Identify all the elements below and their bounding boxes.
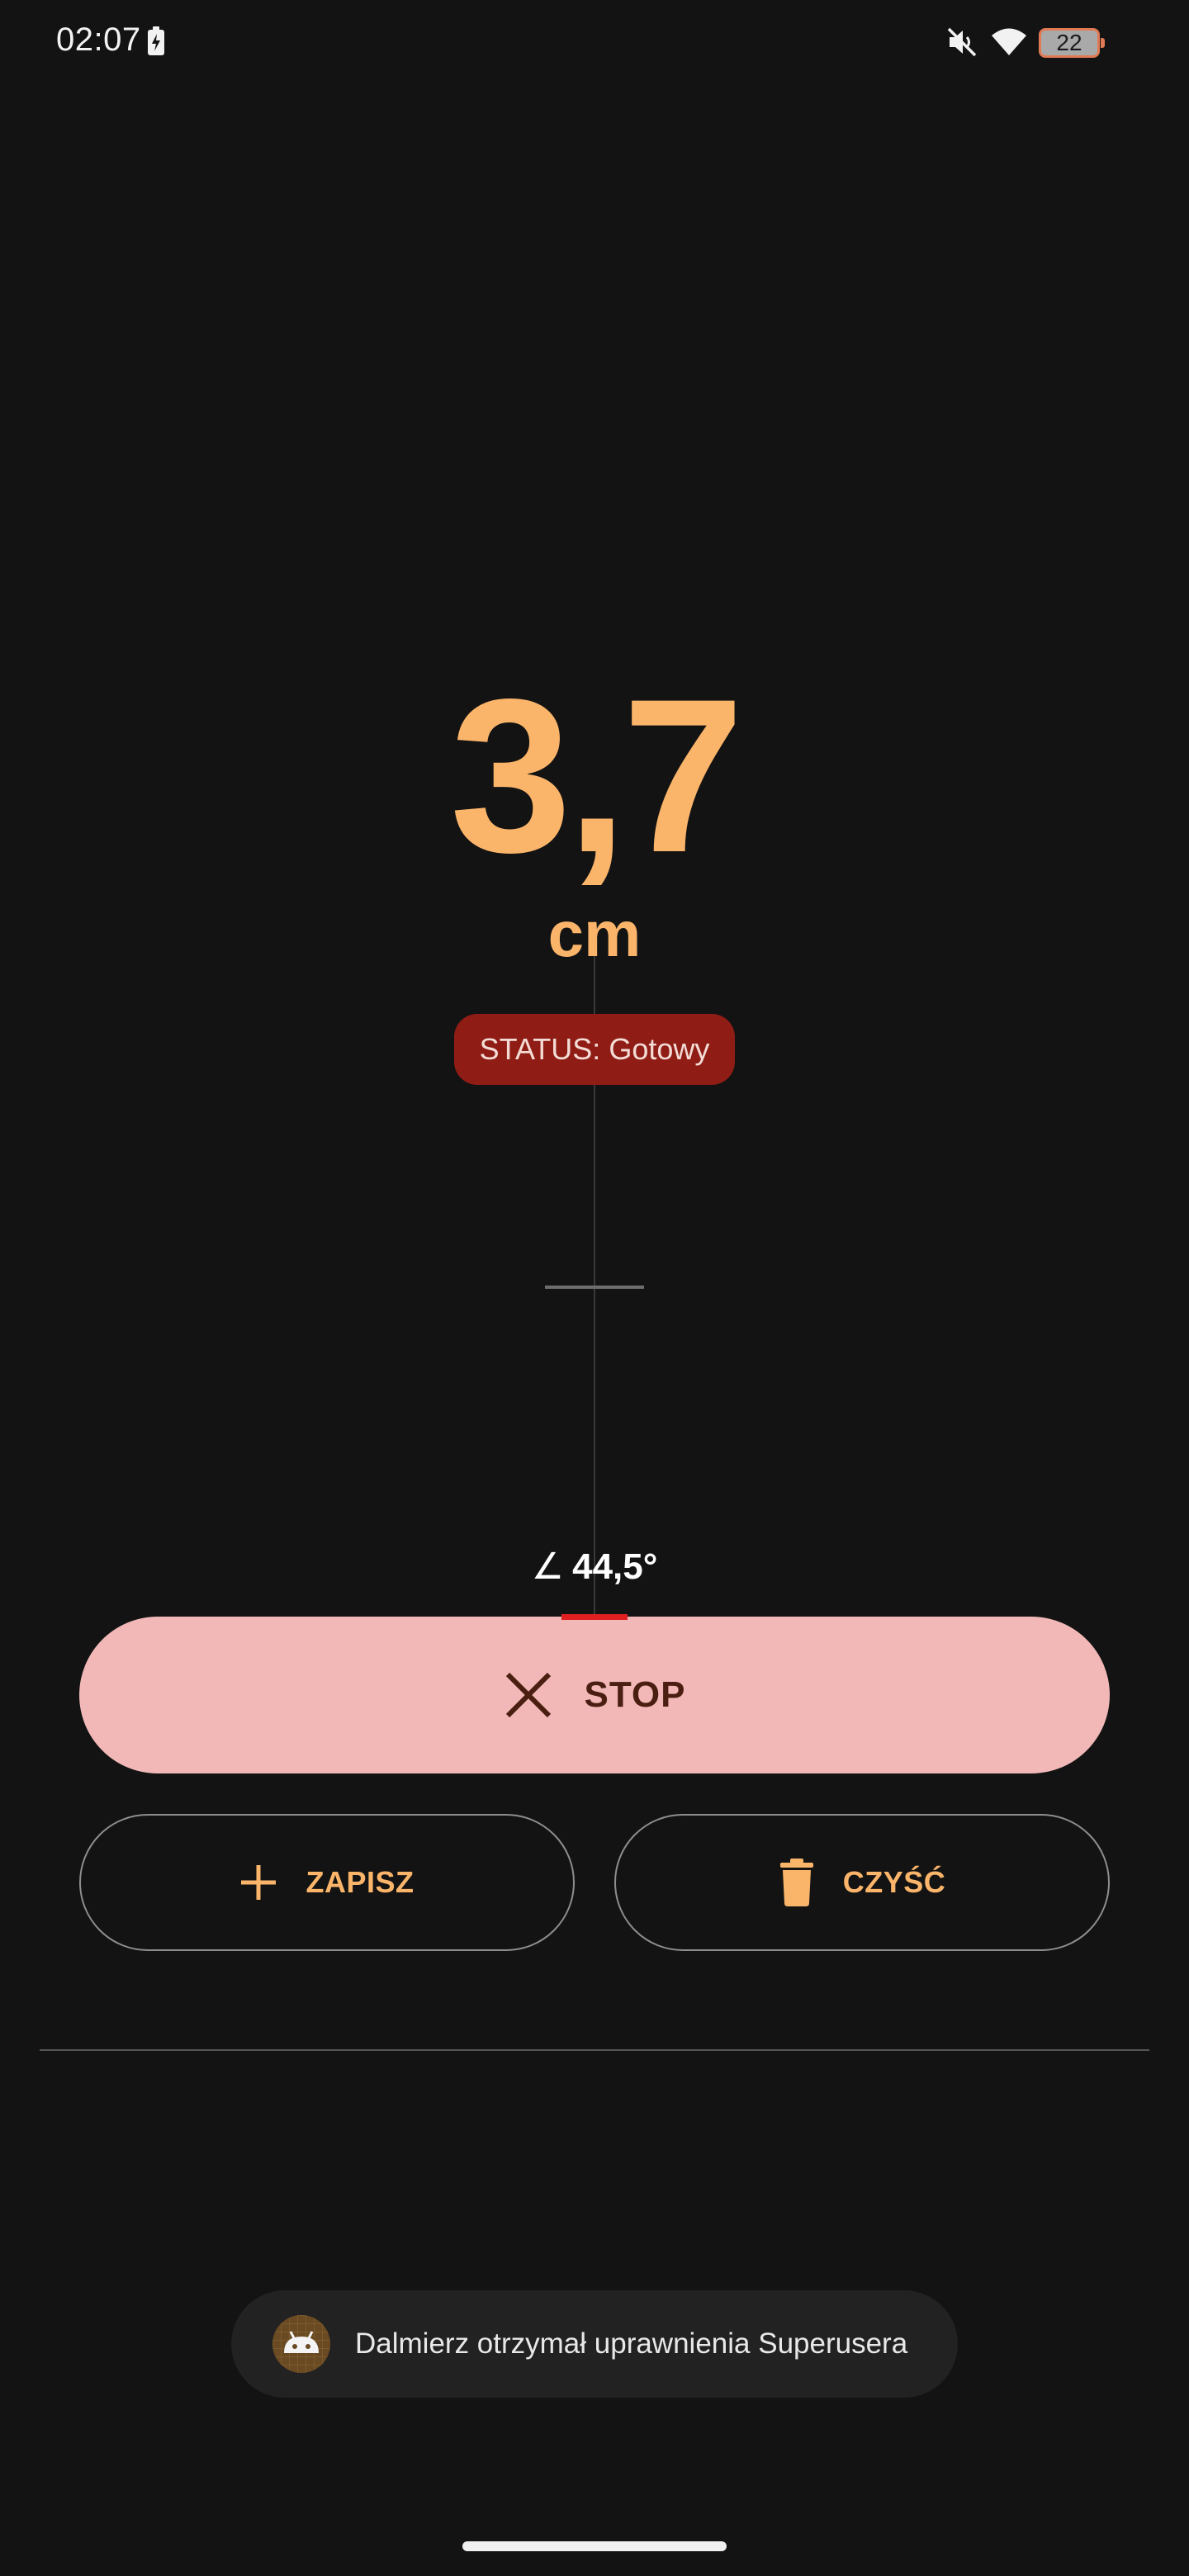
home-indicator[interactable] [462, 2541, 727, 2551]
angle-icon: ∠ [531, 1546, 565, 1587]
stop-button[interactable]: STOP [79, 1617, 1110, 1773]
distance-unit: cm [547, 897, 642, 970]
status-bar-time: 02:07 [56, 21, 141, 58]
angle-readout: ∠ 44,5° [0, 1546, 1189, 1588]
save-button[interactable]: ZAPISZ [79, 1814, 575, 1951]
clear-button-label: CZYŚĆ [842, 1865, 946, 1899]
app-screen: 02:07 22 3,7 cm STATUS: Gotowy ∠ 44,5° ST… [0, 0, 1189, 2576]
battery-level: 22 [1056, 30, 1082, 55]
android-icon [272, 2315, 330, 2373]
divider [40, 2049, 1149, 2051]
battery-icon: 22 [1039, 28, 1105, 58]
plus-icon [241, 1865, 277, 1900]
trash-icon [779, 1859, 813, 1906]
status-bar: 02:07 22 [0, 0, 1189, 83]
level-indicator-line [545, 1286, 644, 1289]
distance-value: 3,7 [449, 654, 744, 898]
status-badge: STATUS: Gotowy [454, 1014, 735, 1085]
close-icon [506, 1672, 552, 1718]
stop-button-label: STOP [584, 1674, 686, 1715]
battery-charging-icon [148, 26, 164, 55]
clear-button[interactable]: CZYŚĆ [614, 1814, 1110, 1951]
toast-message: Dalmierz otrzymał uprawnienia Superusera [355, 2327, 908, 2360]
angle-value: 44,5° [572, 1546, 658, 1587]
angle-marker [561, 1614, 628, 1620]
wifi-icon [992, 28, 1026, 55]
toast-notification: Dalmierz otrzymał uprawnienia Superusera [231, 2290, 958, 2398]
save-button-label: ZAPISZ [306, 1865, 414, 1899]
mute-icon [947, 27, 977, 57]
